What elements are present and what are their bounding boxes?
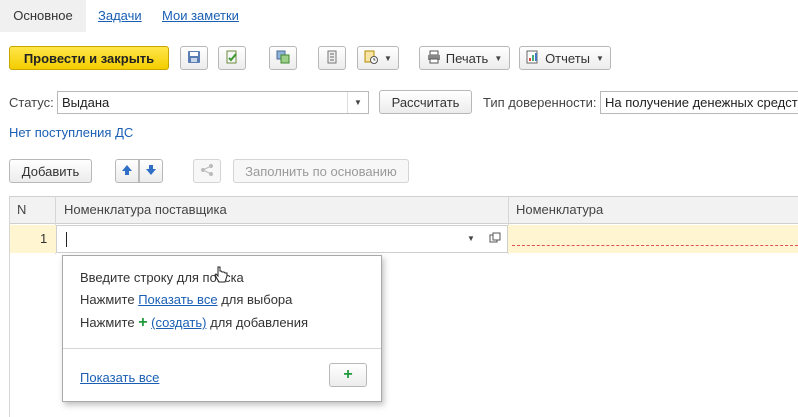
hint-press: Нажмите <box>80 292 135 307</box>
move-down-button[interactable] <box>139 159 163 183</box>
printer-icon <box>427 50 441 67</box>
status-select[interactable]: Выдана <box>57 91 369 114</box>
arrow-down-icon <box>145 164 157 179</box>
arrow-up-icon <box>121 164 133 179</box>
reports-dropdown[interactable]: Отчеты ▼ <box>519 46 611 70</box>
add-button[interactable]: Добавить <box>9 159 92 183</box>
create-button[interactable]: + <box>329 363 367 387</box>
doc-clock-icon <box>364 50 379 67</box>
plus-icon: + <box>343 366 353 383</box>
hint-create: Нажмите + (создать) для добавления <box>80 314 308 332</box>
post-and-close-label: Провести и закрыть <box>23 50 155 66</box>
report-icon <box>526 50 540 67</box>
open-icon[interactable] <box>489 232 501 247</box>
create-link[interactable]: (создать) <box>151 315 206 330</box>
add-label: Добавить <box>21 163 80 179</box>
plus-icon: + <box>138 314 148 331</box>
tab-notes[interactable]: Мои заметки <box>162 0 239 32</box>
status-value: Выдана <box>62 95 110 110</box>
fill-by-basis-button[interactable]: Заполнить по основанию <box>233 159 409 183</box>
required-field-underline <box>512 245 798 246</box>
text-cursor <box>66 232 67 247</box>
hint-for-select: для выбора <box>221 292 293 307</box>
col-number[interactable]: N <box>17 197 26 223</box>
fill-by-basis-label: Заполнить по основанию <box>245 163 397 179</box>
chevron-down-icon: ▼ <box>384 53 392 63</box>
structure-button[interactable] <box>269 46 297 70</box>
supplier-item-input[interactable]: ▼ <box>56 225 508 253</box>
list-icon <box>325 50 339 67</box>
reports-label: Отчеты <box>545 50 590 66</box>
show-all-inline-link[interactable]: Показать все <box>138 292 217 307</box>
save-button[interactable] <box>180 46 208 70</box>
share-button[interactable] <box>193 159 221 183</box>
calculate-label: Рассчитать <box>391 94 460 110</box>
post-button[interactable] <box>218 46 246 70</box>
post-and-close-button[interactable]: Провести и закрыть <box>9 46 169 70</box>
list-button[interactable] <box>318 46 346 70</box>
doc-history-dropdown[interactable]: ▼ <box>357 46 399 70</box>
no-receipts-link[interactable]: Нет поступления ДС <box>9 125 133 140</box>
trust-type-field[interactable]: На получение денежных средст <box>600 91 798 114</box>
chevron-down-icon: ▼ <box>596 53 604 63</box>
col-item[interactable]: Номенклатура <box>516 197 603 223</box>
table-header: N Номенклатура поставщика Номенклатура <box>9 196 798 224</box>
trust-type-value: На получение денежных средст <box>605 95 798 110</box>
tab-main[interactable]: Основное <box>0 0 86 32</box>
status-label: Статус: <box>9 95 54 110</box>
calculate-button[interactable]: Рассчитать <box>379 90 472 114</box>
print-dropdown[interactable]: Печать ▼ <box>419 46 510 70</box>
hint-press: Нажмите <box>80 315 135 330</box>
structure-icon <box>276 50 290 67</box>
row-number: 1 <box>40 231 48 246</box>
print-label: Печать <box>445 50 489 66</box>
col-supplier-item[interactable]: Номенклатура поставщика <box>64 197 227 223</box>
post-icon <box>225 50 239 67</box>
show-all-link[interactable]: Показать все <box>80 370 159 385</box>
hand-cursor-icon <box>214 266 228 287</box>
chevron-down-icon[interactable]: ▼ <box>347 92 368 113</box>
popup-divider <box>63 348 381 349</box>
trust-type-label: Тип доверенности: <box>483 95 597 110</box>
share-icon <box>200 163 214 180</box>
save-icon <box>187 50 201 67</box>
move-up-button[interactable] <box>115 159 139 183</box>
hint-for-add: для добавления <box>210 315 309 330</box>
chevron-down-icon[interactable]: ▼ <box>467 234 475 243</box>
hint-show-all: Нажмите Показать все для выбора <box>80 292 292 307</box>
chevron-down-icon: ▼ <box>494 53 503 63</box>
tab-tasks[interactable]: Задачи <box>98 0 142 32</box>
